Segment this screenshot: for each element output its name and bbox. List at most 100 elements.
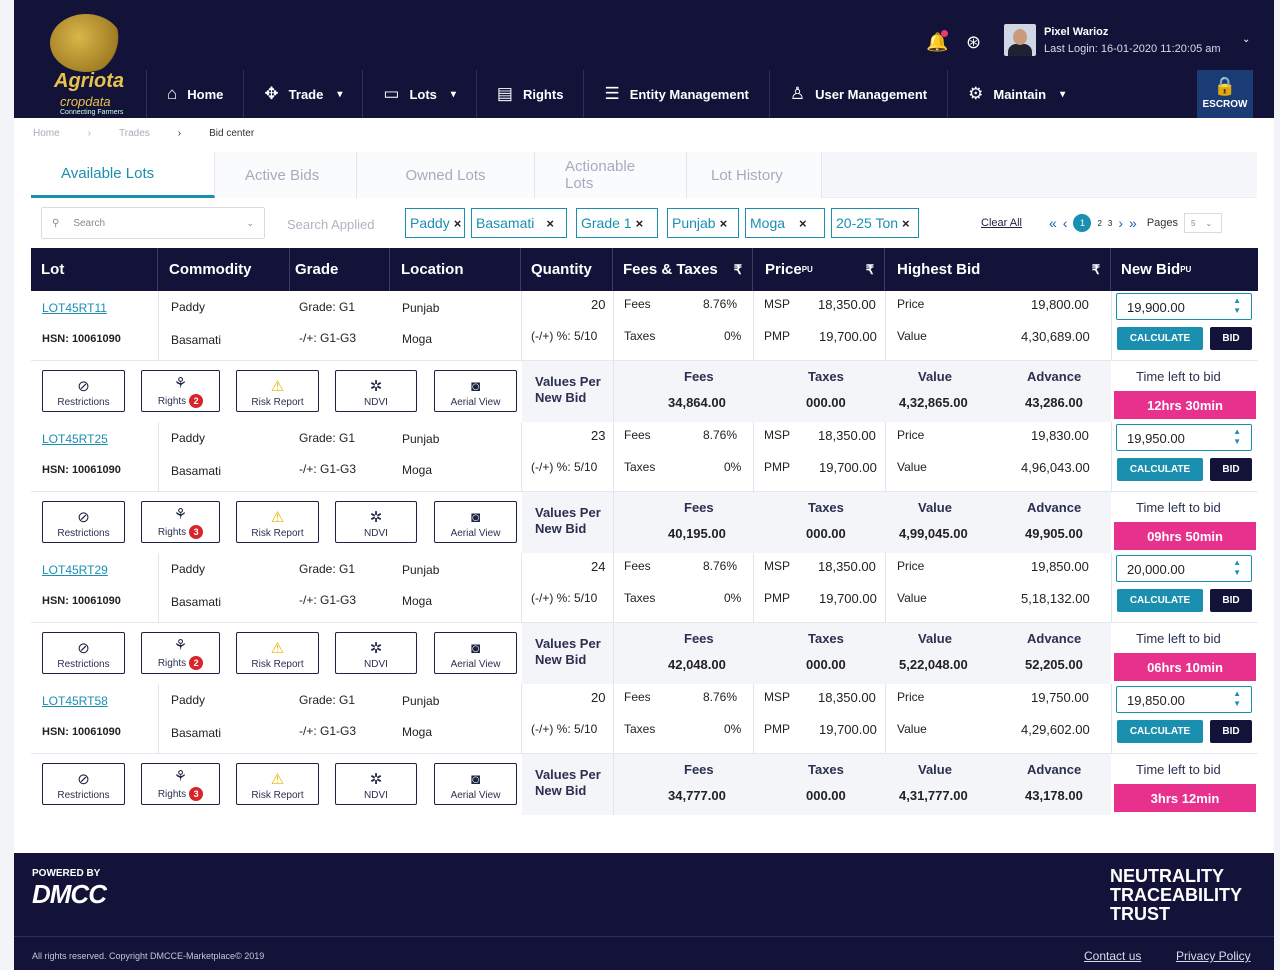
- close-icon[interactable]: ×: [902, 216, 910, 231]
- prev-page-icon[interactable]: ‹: [1063, 215, 1068, 231]
- page-3[interactable]: 3: [1108, 219, 1112, 228]
- aerial-view-button[interactable]: ◙ Aerial View: [434, 632, 517, 674]
- lot-id-link[interactable]: LOT45RT29: [42, 563, 108, 577]
- risk-report-button[interactable]: ⚠ Risk Report: [236, 632, 319, 674]
- nav-rights[interactable]: ▤ Rights: [475, 70, 584, 118]
- lot-id-link[interactable]: LOT45RT11: [42, 301, 107, 315]
- nav-user-management[interactable]: ♙ User Management: [768, 70, 947, 118]
- col-grade: Grade: [290, 248, 390, 291]
- ndvi-button[interactable]: ✲ NDVI: [335, 370, 417, 412]
- stepper-icon[interactable]: ▲ ▼: [1233, 689, 1241, 709]
- col-fees-taxes: Fees & Taxes ₹: [613, 248, 753, 291]
- next-page-icon[interactable]: ›: [1118, 215, 1123, 231]
- action-label: Risk Report: [251, 790, 304, 801]
- quantity: 20: [591, 690, 606, 705]
- privacy-link[interactable]: Privacy Policy: [1176, 949, 1251, 963]
- lot-id-link[interactable]: LOT45RT25: [42, 432, 108, 446]
- rights-count-badge: 2: [189, 394, 204, 408]
- bid-button[interactable]: BID: [1210, 589, 1252, 612]
- ndvi-button[interactable]: ✲ NDVI: [335, 501, 417, 543]
- user-menu-chevron-icon[interactable]: ⌄: [1242, 34, 1250, 45]
- rights-button[interactable]: ⚘ Rights 2: [141, 370, 220, 412]
- nb-advance-label: Advance: [1027, 762, 1082, 777]
- search-placeholder: Search: [73, 217, 106, 229]
- pages-select[interactable]: 5 ⌄: [1184, 213, 1223, 233]
- page-2[interactable]: 2: [1097, 219, 1101, 228]
- stepper-icon[interactable]: ▲ ▼: [1233, 558, 1241, 578]
- bid-button[interactable]: BID: [1210, 458, 1252, 481]
- calculate-button[interactable]: CALCULATE: [1117, 720, 1203, 743]
- risk-report-button[interactable]: ⚠ Risk Report: [236, 370, 319, 412]
- lot-hsn: HSN: 10061090: [42, 726, 121, 738]
- rupee-icon: ₹: [1091, 261, 1100, 277]
- close-icon[interactable]: ×: [720, 216, 728, 231]
- new-bid-input[interactable]: 19,850.00 ▲ ▼: [1116, 686, 1252, 713]
- nav-home[interactable]: ⌂ Home: [146, 70, 243, 118]
- nav-maintain[interactable]: ⚙ Maintain ▾: [947, 70, 1085, 118]
- aerial-view-button[interactable]: ◙ Aerial View: [434, 763, 517, 805]
- tab-actionable-lots[interactable]: Actionable Lots: [535, 152, 687, 198]
- calculate-button[interactable]: CALCULATE: [1117, 589, 1203, 612]
- new-bid-input[interactable]: 19,950.00 ▲ ▼: [1116, 424, 1252, 451]
- lot-id-link[interactable]: LOT45RT58: [42, 694, 108, 708]
- filter-chip-punjab[interactable]: Punjab ×: [667, 208, 739, 238]
- help-lifebuoy-icon[interactable]: ⊛: [966, 32, 988, 54]
- clear-all-link[interactable]: Clear All: [981, 217, 1022, 229]
- filter-chip-basamati[interactable]: Basamati ×: [471, 208, 567, 238]
- aerial-view-button[interactable]: ◙ Aerial View: [434, 370, 517, 412]
- filter-chip-moga[interactable]: Moga ×: [745, 208, 825, 238]
- first-page-icon[interactable]: «: [1049, 215, 1057, 231]
- state: Punjab: [402, 432, 440, 446]
- avatar[interactable]: [1004, 24, 1036, 56]
- breadcrumb-home[interactable]: Home: [33, 128, 60, 139]
- tab-active-bids[interactable]: Active Bids: [215, 152, 357, 198]
- action-label: Rights: [157, 658, 187, 669]
- stepper-icon[interactable]: ▲ ▼: [1233, 427, 1241, 447]
- tab-owned-lots[interactable]: Owned Lots: [357, 152, 535, 198]
- calculate-button[interactable]: CALCULATE: [1117, 327, 1203, 350]
- ndvi-button[interactable]: ✲ NDVI: [335, 632, 417, 674]
- close-icon[interactable]: ×: [546, 216, 554, 231]
- document-icon: ▤: [496, 84, 513, 103]
- nav-entity-management[interactable]: ☰ Entity Management: [583, 70, 768, 118]
- breadcrumb-trades[interactable]: Trades: [119, 128, 150, 139]
- restrictions-button[interactable]: ⊘ Restrictions: [42, 370, 125, 412]
- bid-button[interactable]: BID: [1210, 720, 1252, 743]
- close-icon[interactable]: ×: [799, 216, 807, 231]
- contact-link[interactable]: Contact us: [1084, 949, 1141, 963]
- aerial-view-button[interactable]: ◙ Aerial View: [434, 501, 517, 543]
- nb-value-label: Value: [918, 631, 952, 646]
- restrictions-button[interactable]: ⊘ Restrictions: [42, 763, 125, 805]
- bid-button[interactable]: BID: [1210, 327, 1252, 350]
- risk-report-button[interactable]: ⚠ Risk Report: [236, 501, 319, 543]
- rights-button[interactable]: ⚘ Rights 3: [141, 501, 220, 543]
- tree-logo-icon: [50, 14, 122, 72]
- hb-price-label: Price: [897, 428, 925, 442]
- ndvi-button[interactable]: ✲ NDVI: [335, 763, 417, 805]
- close-icon[interactable]: ×: [636, 216, 644, 231]
- filter-chip-tonnage[interactable]: 20-25 Ton ×: [831, 208, 919, 238]
- rights-button[interactable]: ⚘ Rights 3: [141, 763, 220, 805]
- page-1[interactable]: 1: [1073, 214, 1092, 232]
- notification-bell-icon[interactable]: 🔔: [926, 30, 948, 54]
- tab-lot-history[interactable]: Lot History: [687, 152, 822, 198]
- filter-chip-grade[interactable]: Grade 1 ×: [576, 208, 658, 238]
- rights-button[interactable]: ⚘ Rights 2: [141, 632, 220, 674]
- nav-lots[interactable]: ▭ Lots ▾: [362, 70, 476, 118]
- filter-chip-paddy[interactable]: Paddy ×: [405, 208, 465, 238]
- new-bid-input[interactable]: 19,900.00 ▲ ▼: [1116, 293, 1252, 320]
- calculate-button[interactable]: CALCULATE: [1117, 458, 1203, 481]
- new-bid-input[interactable]: 20,000.00 ▲ ▼: [1116, 555, 1252, 582]
- stepper-icon[interactable]: ▲ ▼: [1233, 296, 1241, 316]
- restrictions-button[interactable]: ⊘ Restrictions: [42, 501, 125, 543]
- close-icon[interactable]: ×: [454, 216, 462, 231]
- search-input[interactable]: ⚲ Search ⌄: [41, 207, 265, 239]
- time-left-badge: 06hrs 10min: [1114, 653, 1256, 681]
- restrictions-button[interactable]: ⊘ Restrictions: [42, 632, 125, 674]
- risk-report-button[interactable]: ⚠ Risk Report: [236, 763, 319, 805]
- last-page-icon[interactable]: »: [1129, 215, 1137, 231]
- escrow-button[interactable]: 🔒 ESCROW: [1197, 70, 1253, 118]
- nav-trade[interactable]: ✥ Trade ▾: [243, 70, 362, 118]
- tab-available-lots[interactable]: Available Lots: [31, 152, 215, 198]
- agriota-logo[interactable]: Agriota cropdata Connecting Farmers: [20, 10, 145, 116]
